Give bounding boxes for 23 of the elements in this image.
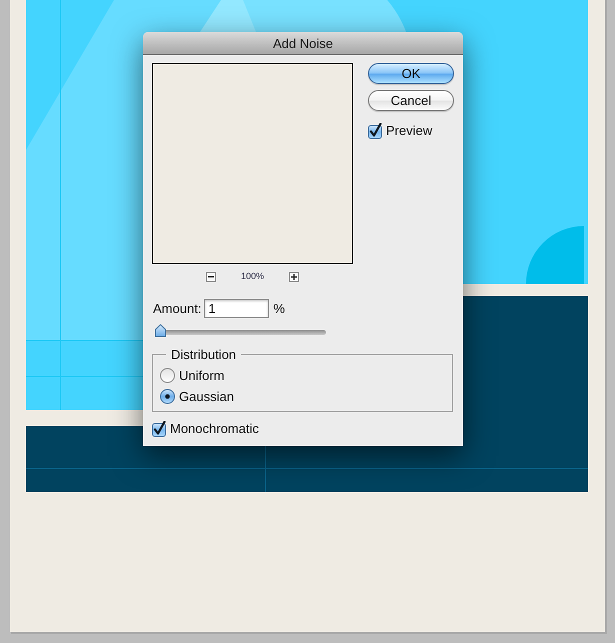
cancel-button[interactable]: Cancel bbox=[368, 90, 454, 111]
amount-label: Amount: bbox=[153, 300, 202, 318]
checkbox-icon[interactable] bbox=[152, 420, 166, 437]
ok-button[interactable]: OK bbox=[368, 63, 454, 84]
percent-unit: % bbox=[273, 300, 285, 318]
monochromatic-label: Monochromatic bbox=[170, 420, 259, 438]
checkbox-icon[interactable] bbox=[368, 122, 382, 139]
slider-track[interactable] bbox=[155, 324, 326, 337]
zoom-level: 100% bbox=[240, 272, 264, 281]
zoom-out-button[interactable] bbox=[206, 272, 216, 282]
distribution-label: Distribution bbox=[170, 347, 238, 362]
preview-label: Preview bbox=[386, 122, 432, 140]
zoom-in-button[interactable] bbox=[289, 272, 300, 282]
plus-icon bbox=[291, 274, 298, 280]
dialog-title: Add Noise bbox=[273, 36, 333, 50]
radio-icon[interactable] bbox=[160, 368, 175, 383]
radio-icon[interactable] bbox=[160, 389, 175, 404]
minus-icon bbox=[208, 276, 214, 278]
slider-thumb[interactable] bbox=[155, 324, 166, 337]
radio-label: Uniform bbox=[179, 366, 225, 385]
radio-label: Gaussian bbox=[179, 388, 234, 406]
amount-field[interactable]: 1 bbox=[204, 299, 270, 318]
triangle-shape bbox=[200, 0, 256, 32]
